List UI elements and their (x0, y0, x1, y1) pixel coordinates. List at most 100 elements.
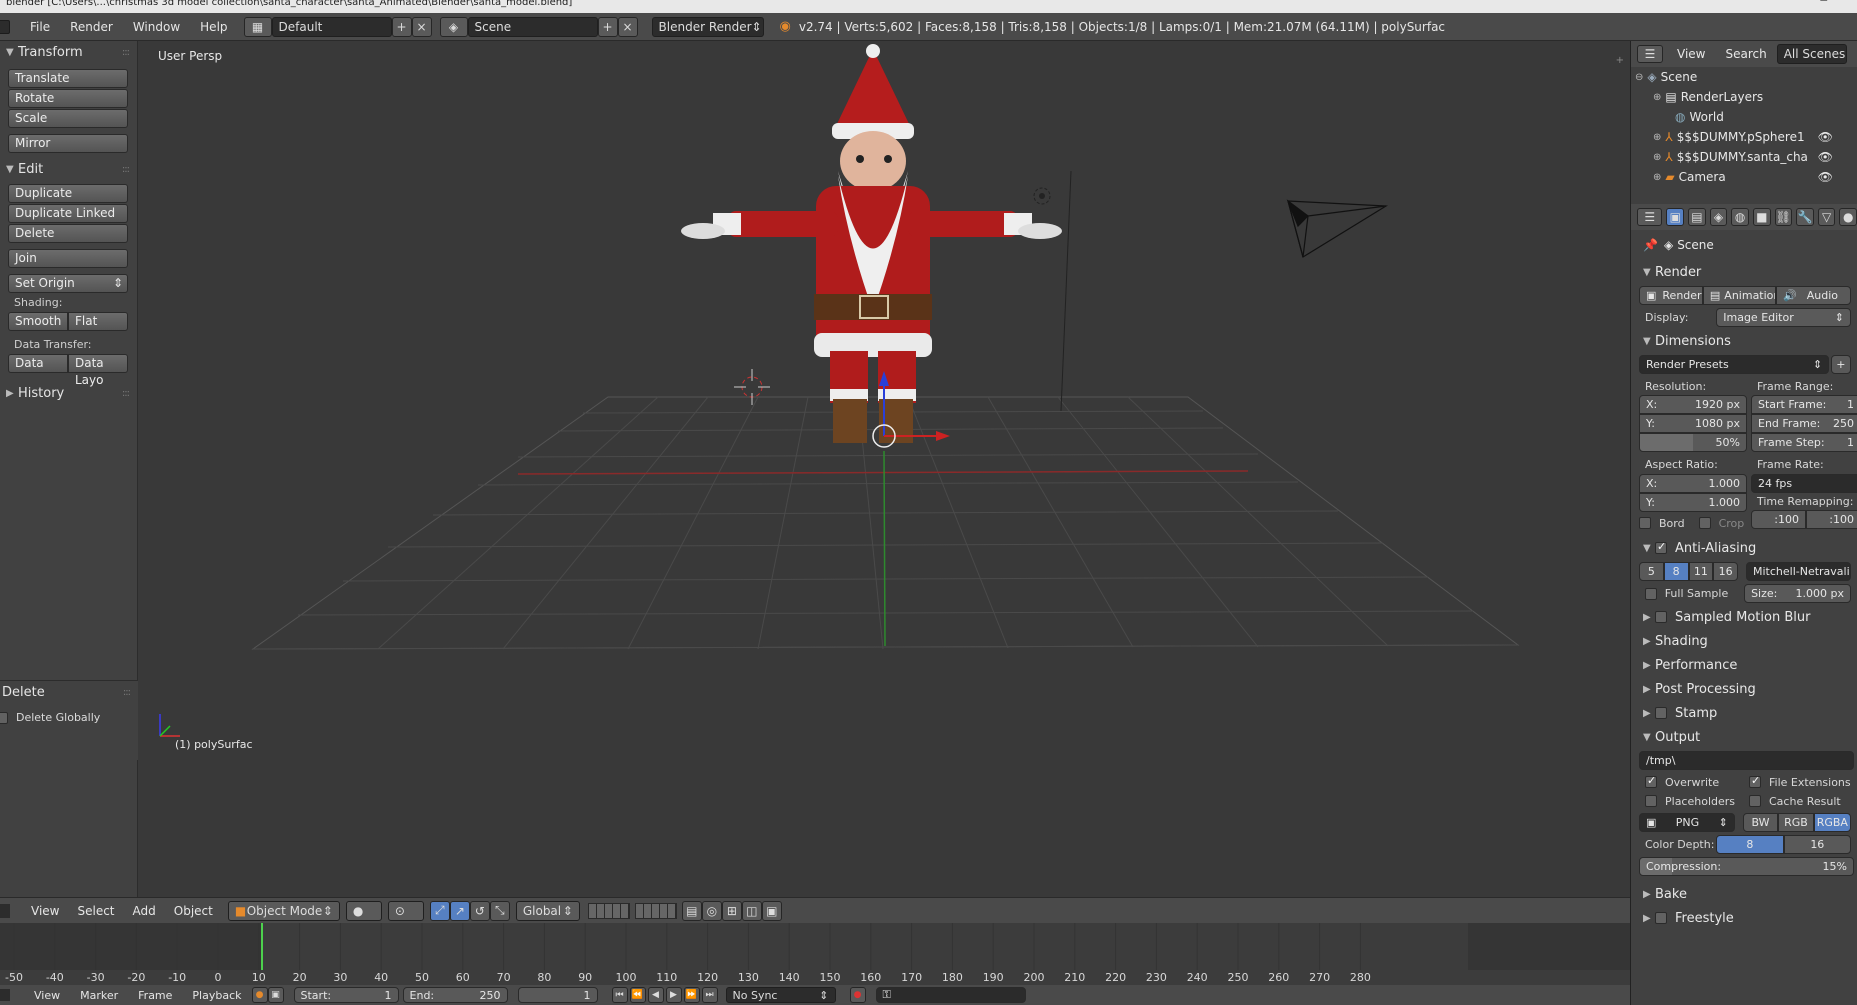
modifiers-tab-icon[interactable]: 🔧 (1796, 208, 1814, 226)
delete-button[interactable]: Delete (8, 224, 128, 243)
remove-layout-button[interactable]: × (411, 16, 432, 37)
history-panel-header[interactable]: ▶ History::: (0, 382, 137, 404)
constraints-tab-icon[interactable]: ⛓ (1774, 208, 1793, 226)
orientation-select[interactable]: Global ⇕ (515, 900, 580, 921)
editor-type-icon[interactable] (0, 989, 10, 1001)
proportional-edit-icon[interactable]: ◎ (701, 900, 722, 921)
remove-scene-button[interactable]: × (617, 16, 638, 37)
timeline-menu-playback[interactable]: Playback (182, 989, 251, 1002)
add-layout-button[interactable]: + (391, 16, 412, 37)
bake-panel-header[interactable]: ▶ Bake (1631, 882, 1857, 906)
anti-aliasing-panel-header[interactable]: ▼ Anti-Aliasing (1631, 536, 1857, 560)
expand-icon[interactable]: ⊕ (1653, 92, 1661, 103)
editor-type-icon[interactable] (0, 19, 10, 34)
data-button[interactable]: Data (8, 354, 68, 373)
material-tab-icon[interactable]: ● (1839, 208, 1857, 226)
start-frame-field[interactable]: Start: 1 (293, 987, 399, 1003)
add-scene-button[interactable]: + (597, 16, 618, 37)
visibility-eye-icon[interactable]: 👁 (1818, 150, 1833, 164)
file-format-select[interactable]: ▣ PNG ⇕ (1639, 813, 1735, 832)
outliner-item-scene[interactable]: ⊖ ◈ Scene (1631, 67, 1857, 87)
scale-manip-icon[interactable]: ⤡ (489, 900, 510, 921)
placeholders-checkbox[interactable] (1645, 795, 1657, 807)
depth-8-button[interactable]: 8 (1716, 835, 1784, 854)
join-button[interactable]: Join (8, 249, 128, 268)
play-reverse-icon[interactable]: ◀ (647, 987, 664, 1003)
outliner-view-menu[interactable]: View (1677, 47, 1705, 61)
render-tab-icon[interactable]: ▣ (1666, 208, 1685, 226)
expand-icon[interactable]: ⊕ (1653, 152, 1661, 163)
render-still-icon[interactable]: ◫ (741, 900, 762, 921)
aa-sample-8[interactable]: 8 (1663, 562, 1689, 581)
record-icon[interactable]: ● (251, 987, 268, 1003)
aa-sample-11[interactable]: 11 (1688, 562, 1714, 581)
scene-field[interactable]: Scene (467, 16, 598, 37)
aa-filter-select[interactable]: Mitchell-Netravali (1746, 562, 1851, 581)
freestyle-panel-header[interactable]: ▶ Freestyle (1631, 906, 1857, 930)
panel-grip-icon[interactable]: ::: (122, 164, 130, 175)
outliner-item-dummy-santa[interactable]: ⊕ ⅄ $$$DUMMY.santa_cha 👁 (1631, 147, 1857, 167)
3d-viewport[interactable]: User Persp (1) polySurfac + (138, 41, 1630, 897)
color-bw-button[interactable]: BW (1742, 813, 1779, 832)
visibility-eye-icon[interactable]: 👁 (1818, 130, 1833, 144)
start-frame-field[interactable]: Start Frame: 1 (1751, 395, 1857, 414)
frame-rate-select[interactable]: 24 fps (1751, 474, 1857, 493)
cache-result-checkbox[interactable] (1749, 795, 1761, 807)
menu-object[interactable]: Object (165, 904, 222, 918)
duplicate-linked-button[interactable]: Duplicate Linked (8, 204, 128, 223)
auto-key-icon[interactable]: ● (849, 987, 866, 1003)
layer-lock-icon[interactable]: ▤ (681, 900, 702, 921)
visibility-eye-icon[interactable]: 👁 (1818, 170, 1833, 184)
jump-end-icon[interactable]: ⏭ (701, 987, 718, 1003)
stamp-panel-header[interactable]: ▶ Stamp (1631, 701, 1857, 725)
post-processing-panel-header[interactable]: ▶ Post Processing (1631, 677, 1857, 701)
border-checkbox[interactable] (1639, 517, 1651, 529)
outliner-item-world[interactable]: ◍ World (1631, 107, 1857, 127)
menu-help[interactable]: Help (190, 20, 237, 34)
data-layout-button[interactable]: Data Layo (68, 354, 128, 387)
jump-start-icon[interactable]: ⏮ (611, 987, 628, 1003)
output-panel-header[interactable]: ▼ Output (1631, 725, 1857, 749)
delete-globally-checkbox[interactable] (0, 711, 8, 724)
timeline-menu-view[interactable]: View (24, 989, 70, 1002)
delete-operator-header[interactable]: Delete::: (0, 681, 138, 703)
aspect-y-field[interactable]: Y: 1.000 (1639, 493, 1747, 512)
translate-button[interactable]: Translate (8, 69, 128, 88)
render-panel-header[interactable]: ▼ Render (1631, 260, 1857, 284)
menu-file[interactable]: File (20, 20, 60, 34)
aa-sample-16[interactable]: 16 (1713, 562, 1738, 581)
duplicate-button[interactable]: Duplicate (8, 184, 128, 203)
render-presets-select[interactable]: Render Presets ⇕ (1639, 355, 1830, 374)
rotate-manip-icon[interactable]: ↺ (469, 900, 490, 921)
panel-grip-icon[interactable]: ::: (122, 388, 130, 399)
play-icon[interactable]: ▶ (665, 987, 682, 1003)
world-tab-icon[interactable]: ◍ (1731, 208, 1749, 226)
display-select[interactable]: Image Editor ⇕ (1716, 308, 1851, 327)
anti-aliasing-checkbox[interactable] (1655, 540, 1667, 554)
full-sample-checkbox[interactable] (1645, 587, 1657, 600)
add-preset-button[interactable]: + (1831, 355, 1851, 374)
smooth-button[interactable]: Smooth (8, 312, 68, 331)
screen-layout-field[interactable]: Default (271, 16, 392, 37)
end-frame-field[interactable]: End Frame: 250 (1751, 414, 1857, 433)
edit-panel-header[interactable]: ▼ Edit::: (0, 158, 137, 180)
remap-new-field[interactable]: :100 (1806, 510, 1857, 529)
color-rgba-button[interactable]: RGBA (1813, 813, 1852, 832)
layers-grid-2-icon[interactable] (634, 902, 677, 919)
outliner-filter-select[interactable]: All Scenes (1776, 44, 1847, 64)
timeline-menu-frame[interactable]: Frame (128, 989, 182, 1002)
resolution-percent-slider[interactable]: 50% (1639, 433, 1747, 452)
menu-render[interactable]: Render (60, 20, 123, 34)
end-frame-field[interactable]: End: 250 (402, 987, 508, 1003)
file-extensions-checkbox[interactable] (1749, 774, 1761, 788)
panel-grip-icon[interactable]: ::: (122, 47, 130, 58)
layers-grid-icon[interactable] (587, 902, 630, 919)
sync-select[interactable]: No Sync ⇕ (725, 987, 836, 1003)
next-key-icon[interactable]: ⏩ (683, 987, 700, 1003)
viewport-plus-icon[interactable]: + (1616, 55, 1624, 66)
stamp-checkbox[interactable] (1655, 707, 1667, 719)
editor-type-icon[interactable] (0, 903, 10, 918)
menu-select[interactable]: Select (68, 904, 123, 918)
performance-panel-header[interactable]: ▶ Performance (1631, 653, 1857, 677)
output-path-input[interactable]: /tmp\ (1639, 751, 1854, 770)
